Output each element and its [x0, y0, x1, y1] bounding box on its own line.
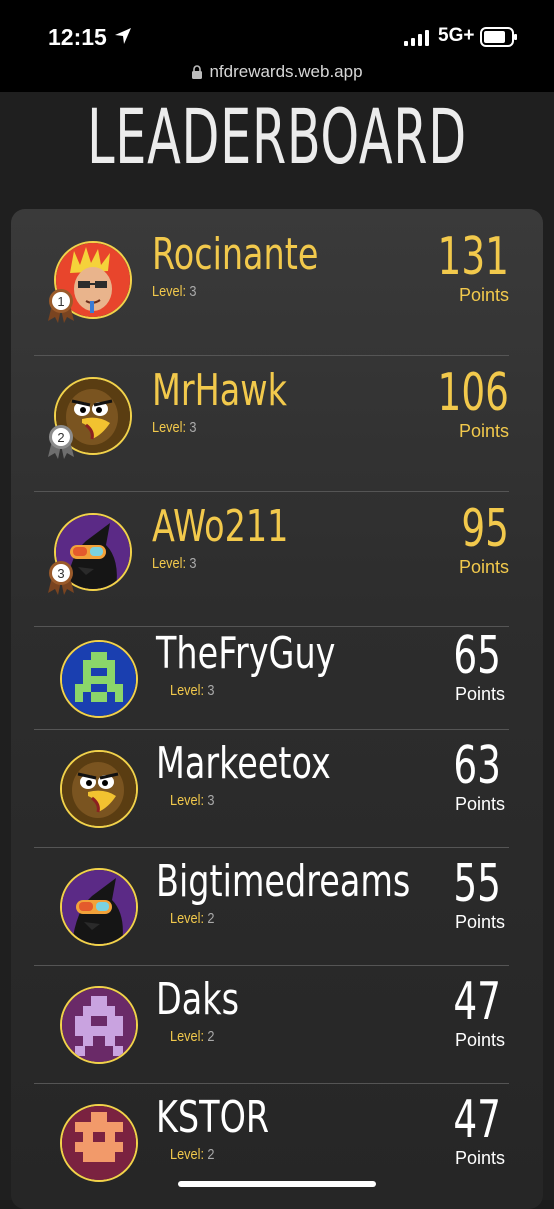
player-name: Markeetox — [156, 738, 331, 789]
address-bar[interactable]: nfdrewards.web.app — [0, 62, 554, 82]
points-value: 65 — [453, 626, 501, 686]
lock-icon — [192, 65, 203, 79]
leaderboard-row[interactable]: Daks Level: 2 47 Points — [34, 965, 509, 1084]
svg-text:3: 3 — [57, 566, 64, 581]
player-level: Level: 3 — [170, 682, 215, 699]
cellular-signal-icon — [404, 30, 429, 46]
player-level: Level: 3 — [152, 419, 197, 436]
page-title: LEADERBOARD — [87, 92, 467, 181]
player-name: Bigtimedreams — [156, 856, 411, 907]
leaderboard-row[interactable]: 2 MrHawk Level: 3 106 Points — [34, 355, 509, 492]
rank-medal-icon: 3 — [46, 559, 76, 595]
player-level: Level: 2 — [170, 910, 215, 927]
points-value: 47 — [453, 1090, 501, 1150]
battery-icon — [480, 27, 517, 47]
points-value: 131 — [437, 227, 509, 287]
player-name: KSTOR — [156, 1092, 270, 1143]
leaderboard-row[interactable]: TheFryGuy Level: 3 65 Points — [34, 626, 509, 730]
player-name: AWo211 — [152, 501, 289, 552]
points-value: 95 — [461, 499, 509, 559]
leaderboard-row[interactable]: Markeetox Level: 3 63 Points — [34, 729, 509, 848]
location-arrow-icon — [115, 28, 131, 44]
player-name: Daks — [156, 974, 240, 1025]
clock: 12:15 — [48, 24, 107, 50]
rank-medal-icon: 2 — [46, 423, 76, 459]
points-label: Points — [458, 285, 509, 305]
leaderboard-row[interactable]: 3 AWo211 Level: 3 95 Points — [34, 491, 509, 627]
home-indicator — [178, 1181, 376, 1187]
player-level: Level: 3 — [152, 283, 197, 300]
avatar — [60, 750, 138, 828]
player-level: Level: 2 — [170, 1028, 215, 1045]
avatar — [60, 640, 138, 718]
points-value: 47 — [453, 972, 501, 1032]
points-label: Points — [454, 1030, 505, 1050]
points-value: 63 — [453, 736, 501, 796]
leaderboard-row[interactable]: 1 Rocinante Level: 3 131 Points — [34, 218, 509, 356]
player-name: Rocinante — [152, 229, 319, 280]
url-text: nfdrewards.web.app — [209, 62, 363, 81]
player-level: Level: 3 — [170, 792, 215, 809]
avatar — [60, 868, 138, 946]
status-bar: 12:15 5G+ nfdrewards.web.app — [0, 0, 554, 92]
svg-text:2: 2 — [57, 430, 64, 445]
points-value: 106 — [437, 363, 509, 423]
avatar — [60, 986, 138, 1064]
points-label: Points — [454, 684, 505, 704]
player-level: Level: 2 — [170, 1146, 215, 1163]
player-level: Level: 3 — [152, 555, 197, 572]
player-name: MrHawk — [152, 365, 287, 416]
network-type: 5G+ — [438, 25, 475, 46]
svg-text:1: 1 — [57, 294, 64, 309]
player-name: TheFryGuy — [156, 628, 336, 679]
rank-medal-icon: 1 — [46, 287, 76, 323]
points-label: Points — [454, 912, 505, 932]
leaderboard-row[interactable]: Bigtimedreams Level: 2 55 Points — [34, 847, 509, 966]
points-label: Points — [458, 421, 509, 441]
points-value: 55 — [453, 854, 501, 914]
avatar — [60, 1104, 138, 1182]
points-label: Points — [458, 557, 509, 577]
points-label: Points — [454, 1148, 505, 1168]
points-label: Points — [454, 794, 505, 814]
